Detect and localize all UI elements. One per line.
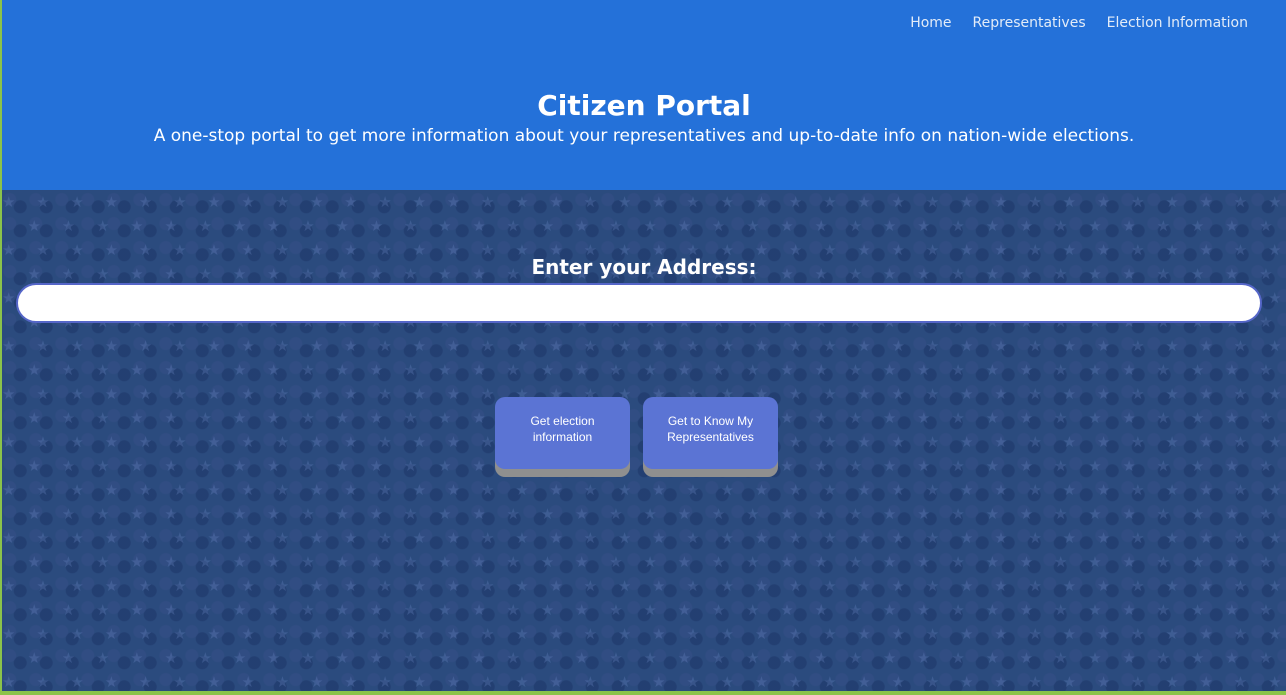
get-representatives-button[interactable]: Get to Know My Representatives <box>643 397 778 469</box>
page-subtitle: A one-stop portal to get more informatio… <box>153 126 1135 146</box>
get-representatives-label: Get to Know My Representatives <box>667 414 754 444</box>
nav-election-information-link[interactable]: Election Information <box>1107 14 1248 32</box>
page: Home Representatives Election Informatio… <box>2 0 1286 691</box>
site-header: Home Representatives Election Informatio… <box>2 0 1286 190</box>
address-section: ★ ★ ★ ★ ★ ★ ★ ★ ★ ★ ★ ★ ★ ★ ★ ★ ★ ★ ★ ★ … <box>2 190 1286 691</box>
top-nav: Home Representatives Election Informatio… <box>910 14 1248 32</box>
nav-home-link[interactable]: Home <box>910 14 951 32</box>
page-title: Citizen Portal <box>537 89 751 122</box>
nav-representatives-link[interactable]: Representatives <box>973 14 1086 32</box>
address-label: Enter your Address: <box>531 255 757 279</box>
address-input[interactable] <box>16 283 1262 323</box>
get-election-info-button[interactable]: Get election information <box>495 397 630 469</box>
get-election-info-label: Get election information <box>530 414 595 444</box>
